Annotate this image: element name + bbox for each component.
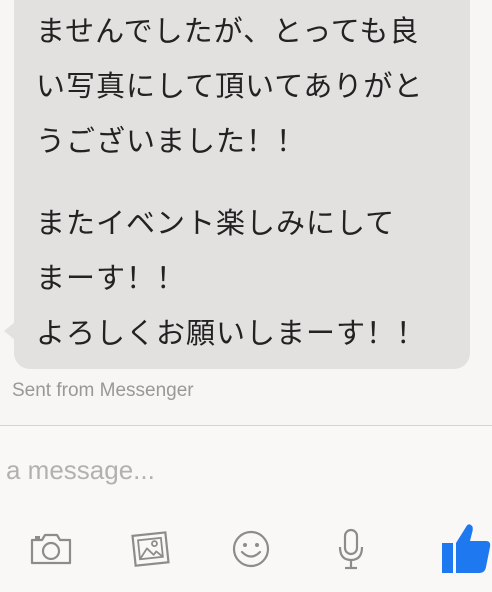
message-line: うございました！！ bbox=[36, 124, 307, 158]
message-line: よろしくお願いしまーす！！ bbox=[36, 316, 427, 350]
voice-button[interactable] bbox=[328, 526, 374, 572]
composer bbox=[0, 426, 492, 592]
message-input[interactable] bbox=[4, 448, 476, 492]
thumbs-up-icon bbox=[442, 524, 491, 573]
message-bubble: ませんでしたが、とっても良 い写真にして頂いてありがと うございました！！ また… bbox=[14, 0, 470, 369]
camera-icon bbox=[30, 533, 72, 565]
microphone-icon bbox=[338, 528, 364, 570]
message-line: ませんでしたが、とっても良 bbox=[36, 14, 420, 48]
like-button[interactable] bbox=[440, 520, 492, 576]
chat-area: ませんでしたが、とっても良 い写真にして頂いてありがと うございました！！ また… bbox=[0, 0, 492, 425]
message-line: またイベント楽しみにして bbox=[36, 206, 396, 240]
message-line: い写真にして頂いてありがと bbox=[36, 69, 424, 103]
smiley-icon bbox=[232, 530, 270, 568]
camera-button[interactable] bbox=[28, 526, 74, 572]
gallery-button[interactable] bbox=[128, 526, 174, 572]
sent-from-label: Sent from Messenger bbox=[12, 380, 194, 401]
message-line: まーす！！ bbox=[36, 261, 187, 295]
emoji-button[interactable] bbox=[228, 526, 274, 572]
message-paragraph-gap bbox=[36, 169, 470, 196]
gallery-icon bbox=[131, 531, 170, 567]
